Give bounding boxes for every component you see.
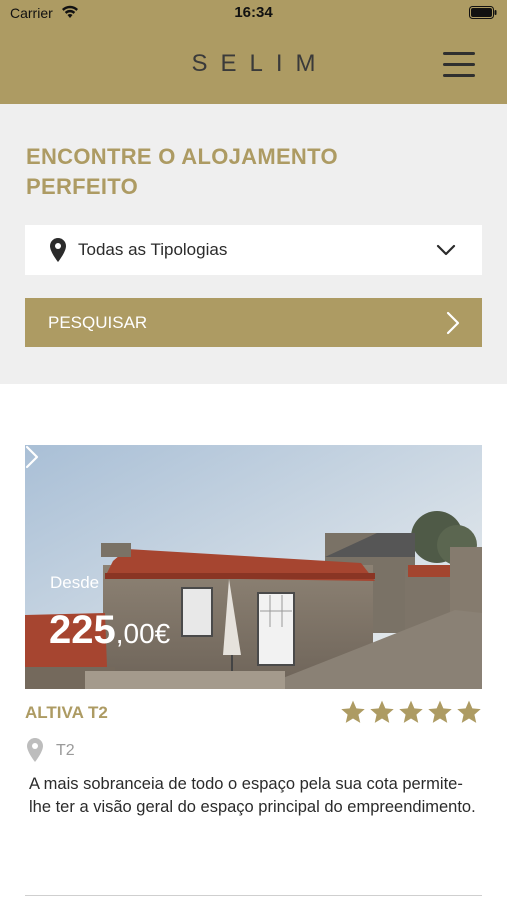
listing-type: T2 xyxy=(56,742,75,759)
star-rating xyxy=(340,699,482,725)
star-icon xyxy=(341,700,365,723)
chevron-right-icon xyxy=(446,311,460,335)
star-icon xyxy=(370,700,394,723)
brand-logo: SELIM xyxy=(191,50,329,77)
typology-select[interactable]: Todas as Tipologias xyxy=(25,225,482,275)
list-divider xyxy=(25,895,482,896)
status-bar: Carrier 16:34 xyxy=(0,0,507,28)
listing-photo[interactable]: Desde 225,00€ xyxy=(25,445,482,689)
listing-description: A mais sobranceia de todo o espaço pela … xyxy=(29,775,476,816)
location-pin-icon xyxy=(27,738,43,762)
price-from-label: Desde xyxy=(50,573,100,592)
app-header: Carrier 16:34 SELIM xyxy=(0,0,507,104)
search-title: ENCONTRE O ALOJAMENTO PERFEITO xyxy=(26,144,338,199)
star-icon xyxy=(457,700,481,723)
search-panel: ENCONTRE O ALOJAMENTO PERFEITO Todas as … xyxy=(0,104,507,384)
status-time: 16:34 xyxy=(234,4,273,21)
chevron-right-icon[interactable] xyxy=(25,445,39,469)
star-icon xyxy=(399,700,423,723)
hamburger-menu-icon[interactable] xyxy=(443,52,477,78)
listing-title[interactable]: ALTIVA T2 xyxy=(25,703,108,723)
chevron-down-icon xyxy=(436,244,456,256)
price-label: 225,00€ xyxy=(49,608,170,653)
price-integer: 225 xyxy=(49,608,116,652)
search-button-label: PESQUISAR xyxy=(48,313,148,332)
listing-card[interactable]: Desde 225,00€ ALTIVA T2 T2 A mais sobran… xyxy=(25,445,482,865)
location-pin-icon xyxy=(50,238,66,262)
star-icon xyxy=(428,700,452,723)
battery-icon xyxy=(469,6,497,19)
price-decimal: ,00€ xyxy=(115,618,171,649)
search-button[interactable]: PESQUISAR xyxy=(25,298,482,347)
typology-select-value: Todas as Tipologias xyxy=(78,240,228,259)
